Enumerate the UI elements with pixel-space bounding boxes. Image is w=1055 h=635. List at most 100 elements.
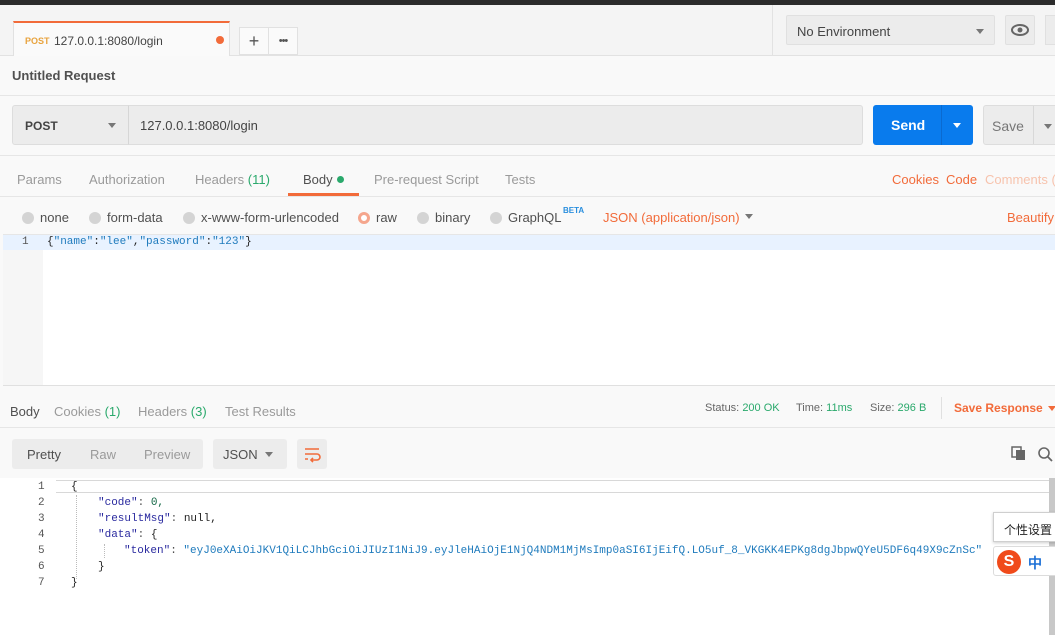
ime-mode-button[interactable]: 中: [1028, 553, 1042, 573]
response-line: "token": "eyJ0eXAiOiJKV1QiLCJhbGciOiJIUz…: [124, 545, 983, 557]
json-key: "data": [98, 529, 138, 541]
chevron-down-icon[interactable]: [1048, 406, 1055, 411]
radio-form-data[interactable]: form-data: [89, 210, 163, 225]
json-key: "code": [98, 497, 138, 509]
request-tab[interactable]: POST 127.0.0.1:8080/login: [13, 21, 230, 56]
unsaved-dot-icon[interactable]: [216, 36, 224, 44]
response-tab-body[interactable]: Body: [10, 404, 40, 419]
tab-headers[interactable]: Headers (11): [195, 172, 270, 187]
url-input[interactable]: 127.0.0.1:8080/login: [128, 105, 863, 145]
response-brace: }: [71, 577, 78, 589]
response-tab-test-results[interactable]: Test Results: [225, 404, 296, 419]
send-button[interactable]: Send: [873, 105, 973, 145]
tab-authorization[interactable]: Authorization: [89, 172, 165, 187]
status-value: 200 OK: [742, 402, 780, 414]
sogou-logo-icon[interactable]: S: [997, 550, 1021, 574]
eye-icon: [1011, 24, 1029, 36]
send-divider: [941, 105, 942, 145]
search-icon[interactable]: [1037, 446, 1053, 462]
radio-form-data-label: form-data: [107, 210, 163, 225]
radio-urlencoded[interactable]: x-www-form-urlencoded: [183, 210, 339, 225]
tab-tests[interactable]: Tests: [505, 172, 535, 187]
radio-icon: [183, 212, 195, 224]
response-tab-cookies[interactable]: Cookies (1): [54, 404, 120, 419]
beta-badge: BETA: [563, 206, 585, 215]
line-number: 2: [38, 497, 45, 509]
send-label: Send: [891, 117, 926, 133]
code-key: "name": [53, 236, 94, 248]
comments-link[interactable]: Comments (0): [985, 172, 1055, 187]
line-number: 6: [38, 561, 45, 573]
code-key: "password": [139, 236, 206, 248]
json-key: "resultMsg": [98, 513, 171, 525]
response-line: "code": 0,: [98, 497, 165, 509]
environment-quick-look-button[interactable]: [1005, 15, 1035, 45]
code-brace: {: [47, 236, 54, 248]
radio-icon: [417, 212, 429, 224]
environment-select[interactable]: No Environment: [786, 15, 995, 45]
content-type-select[interactable]: JSON (application/json): [603, 210, 740, 225]
radio-raw[interactable]: raw: [358, 210, 397, 225]
send-options-chevron-icon[interactable]: [953, 123, 961, 128]
pretty-button[interactable]: Pretty: [27, 447, 61, 462]
time-label: Time:: [796, 402, 824, 414]
raw-button[interactable]: Raw: [90, 447, 116, 462]
request-title[interactable]: Untitled Request: [12, 68, 115, 83]
tab-headers-label: Headers: [195, 172, 245, 187]
wrap-icon: [305, 448, 321, 463]
time-info: Time: 11ms: [796, 402, 852, 414]
save-button[interactable]: Save: [983, 105, 1055, 145]
response-tab-cookies-label: Cookies: [54, 404, 101, 419]
radio-none[interactable]: none: [22, 210, 69, 225]
response-line: "data": {: [98, 529, 158, 541]
response-tab-headers[interactable]: Headers (3): [138, 404, 207, 419]
line-number: 1: [38, 481, 45, 493]
environment-selected: No Environment: [797, 24, 891, 39]
radio-binary[interactable]: binary: [417, 210, 470, 225]
radio-selected-icon: [358, 212, 370, 224]
code-value: "lee": [99, 236, 133, 248]
copy-icon[interactable]: [1011, 446, 1027, 462]
save-options-chevron-icon[interactable]: [1044, 124, 1052, 129]
tab-method: POST: [25, 36, 50, 46]
request-body-code[interactable]: {"name":"lee","password":"123"}: [47, 236, 252, 248]
response-line: "resultMsg": null,: [98, 513, 217, 525]
method-value: POST: [25, 119, 58, 133]
indent-guide: [104, 544, 105, 558]
chevron-down-icon[interactable]: [745, 214, 753, 219]
ime-tooltip: 个性设置: [993, 512, 1055, 542]
beautify-link[interactable]: Beautify: [1007, 210, 1054, 225]
size-value: 296 B: [897, 402, 927, 414]
wrap-line-button[interactable]: [297, 439, 327, 469]
manage-environments-button[interactable]: [1045, 15, 1055, 45]
status-info: Status: 200 OK: [705, 402, 780, 414]
line-number: 3: [38, 513, 45, 525]
tab-body[interactable]: Body: [303, 172, 344, 187]
tab-params[interactable]: Params: [17, 172, 62, 187]
preview-button[interactable]: Preview: [144, 447, 190, 462]
json-value: null,: [183, 513, 217, 525]
radio-graphql-label: GraphQL: [508, 210, 562, 225]
radio-graphql[interactable]: GraphQL: [490, 210, 561, 225]
code-link[interactable]: Code: [946, 172, 977, 187]
more-tabs-button[interactable]: •••: [268, 27, 298, 55]
code-value: "123": [212, 236, 246, 248]
save-divider: [1033, 106, 1034, 144]
format-select[interactable]: JSON: [213, 439, 287, 469]
method-select[interactable]: POST: [12, 105, 129, 145]
radio-icon: [490, 212, 502, 224]
request-body-editor[interactable]: [3, 234, 1055, 386]
line-number: 5: [38, 545, 45, 557]
json-key: "token": [124, 545, 171, 557]
new-tab-button[interactable]: +: [239, 27, 269, 55]
line-number: 7: [38, 577, 45, 589]
json-value: 0,: [150, 497, 165, 509]
code-brace: }: [245, 236, 252, 248]
response-brace: }: [98, 561, 105, 573]
tab-pre-request-script[interactable]: Pre-request Script: [374, 172, 479, 187]
cookies-link[interactable]: Cookies: [892, 172, 939, 187]
body-active-dot-icon: [336, 176, 344, 183]
ime-toolbar[interactable]: S 中: [993, 546, 1055, 576]
line-number: 4: [38, 529, 45, 541]
save-response-button[interactable]: Save Response: [954, 401, 1043, 415]
